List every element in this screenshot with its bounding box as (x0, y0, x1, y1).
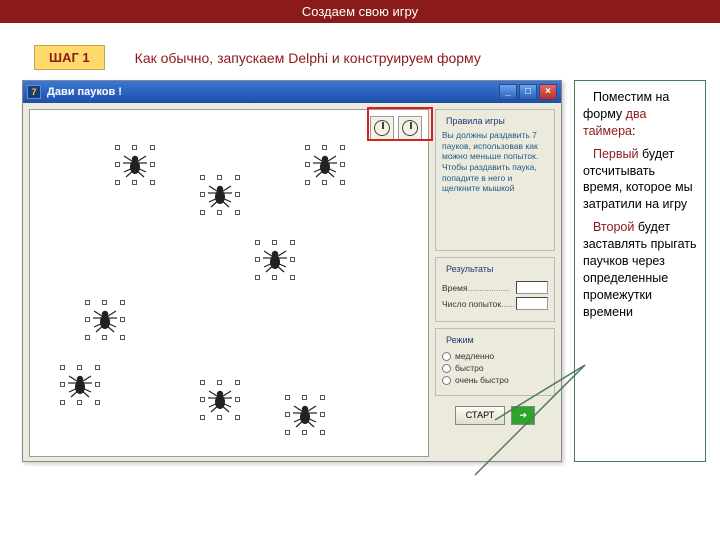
window-maximize-button[interactable]: □ (519, 84, 537, 100)
step-text: Как обычно, запускаем Delphi и конструир… (135, 50, 481, 66)
spider-image[interactable] (205, 180, 235, 210)
spider-image[interactable] (260, 245, 290, 275)
window-title: Дави пауков ! (47, 86, 122, 98)
spider-image[interactable] (120, 150, 150, 180)
start-button[interactable]: СТАРТ (455, 406, 506, 425)
results-groupbox: Результаты Время .................. Числ… (435, 257, 555, 322)
timer-2[interactable] (398, 116, 422, 140)
spider-image[interactable] (290, 400, 320, 430)
mode-groupbox: Режим медленно быстро очень быстро (435, 328, 555, 396)
time-label: Время (442, 283, 468, 293)
tries-label: Число попыток (442, 299, 501, 309)
spider-image[interactable] (90, 305, 120, 335)
radio-fast[interactable] (442, 364, 451, 373)
rules-title: Правила игры (444, 116, 507, 126)
spider-image[interactable] (310, 150, 340, 180)
spider-image[interactable] (65, 370, 95, 400)
window-titlebar: 7 Дави пауков ! _ □ × (23, 81, 561, 103)
window-close-button[interactable]: × (539, 84, 557, 100)
rules-groupbox: Правила игры Вы должны раздавить 7 пауко… (435, 109, 555, 251)
step-badge: ШАГ 1 (34, 45, 105, 70)
rules-text: Вы должны раздавить 7 пауков, использова… (442, 130, 548, 194)
radio-fast-label: быстро (455, 363, 484, 373)
callout-box: Поместим на форму два таймера: Первый бу… (574, 80, 706, 462)
radio-slow-label: медленно (455, 351, 494, 361)
go-button[interactable]: ➔ (511, 406, 535, 425)
results-title: Результаты (444, 264, 495, 274)
radio-vfast[interactable] (442, 376, 451, 385)
mode-title: Режим (444, 335, 476, 345)
timer-components (368, 114, 424, 142)
play-area (29, 109, 429, 457)
radio-vfast-label: очень быстро (455, 375, 509, 385)
form-body: Правила игры Вы должны раздавить 7 пауко… (23, 103, 561, 461)
delphi-form-screenshot: 7 Дави пауков ! _ □ × Правила игры (22, 80, 562, 462)
time-field[interactable] (516, 281, 548, 294)
radio-slow[interactable] (442, 352, 451, 361)
slide-title: Создаем свою игру (0, 0, 720, 23)
tries-field[interactable] (516, 297, 548, 310)
spider-image[interactable] (205, 385, 235, 415)
window-minimize-button[interactable]: _ (499, 84, 517, 100)
app-icon: 7 (27, 85, 41, 99)
timer-1[interactable] (370, 116, 394, 140)
